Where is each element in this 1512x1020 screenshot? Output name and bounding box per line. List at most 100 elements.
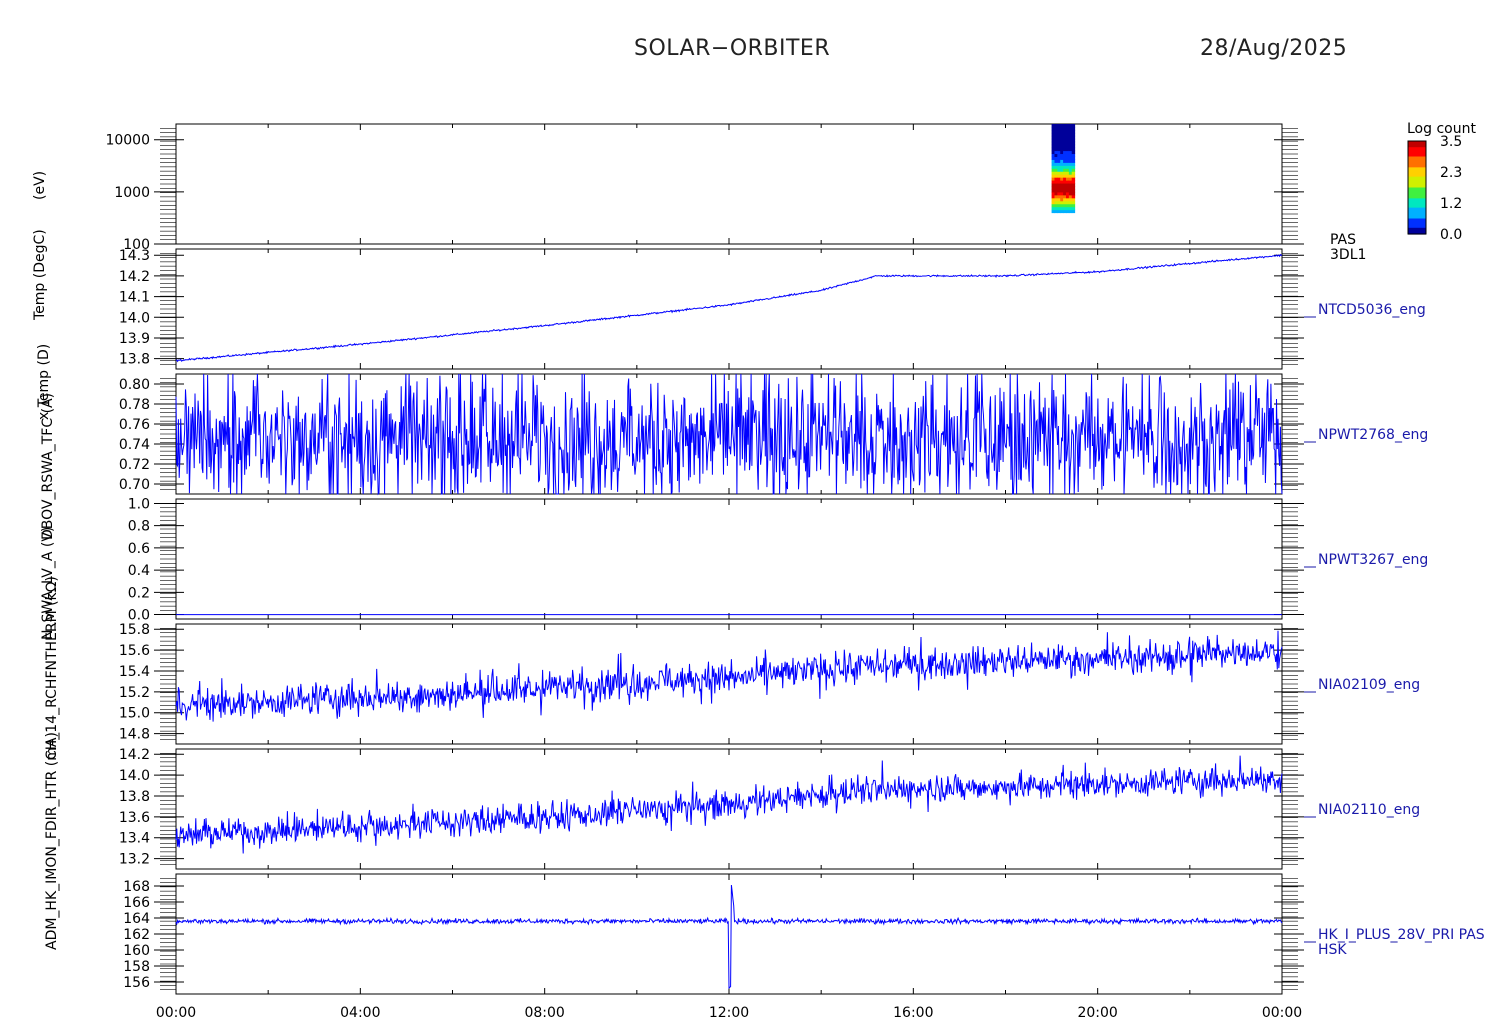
heatmap-cell [1065, 194, 1070, 199]
y-tick-label: 156 [123, 975, 150, 991]
heatmap-cell [1051, 194, 1055, 199]
panel-frame [175, 123, 1283, 245]
heatmap-cell [1065, 147, 1070, 152]
heatmap-cell [1054, 177, 1058, 181]
y-tick-label: 162 [123, 927, 150, 943]
heatmap-cell [1068, 174, 1073, 178]
heatmap-cell [1071, 132, 1076, 137]
heatmap-cell [1068, 129, 1073, 134]
heatmap-cell [1057, 165, 1061, 169]
heatmap-cell [1060, 200, 1064, 205]
colorbar-tick-label: 2.3 [1440, 165, 1462, 181]
heatmap-cell [1068, 135, 1073, 140]
heatmap-cell [1063, 153, 1067, 157]
heatmap-cell [1057, 197, 1061, 202]
heatmap-cell [1068, 147, 1073, 152]
heatmap-cell [1065, 171, 1070, 175]
heatmap-cell [1051, 141, 1055, 146]
heatmap-cell [1071, 124, 1076, 128]
heatmap-cell [1051, 171, 1055, 175]
heatmap-cell [1060, 150, 1064, 155]
heatmap-cell [1060, 135, 1064, 140]
heatmap-cell [1060, 156, 1064, 160]
y-tick-label: 168 [123, 879, 150, 895]
heatmap-cell [1063, 188, 1067, 193]
heatmap-cell [1060, 174, 1064, 178]
heatmap-cell [1060, 194, 1064, 199]
y-tick-label: 14.1 [119, 290, 150, 306]
heatmap-cell [1065, 186, 1070, 190]
panel-label: HK_I_PLUS_28V_PRI PAS [1318, 927, 1485, 943]
heatmap-cell [1051, 159, 1055, 163]
heatmap-cell [1071, 159, 1076, 163]
heatmap-cell [1054, 183, 1058, 187]
y-tick-label: 13.4 [119, 831, 150, 847]
x-tick-label: 04:00 [340, 1005, 380, 1020]
heatmap-cell [1071, 165, 1076, 169]
heatmap-cell [1057, 200, 1061, 205]
heatmap-cell [1063, 147, 1067, 152]
y-tick-label: 0.80 [119, 377, 150, 393]
panel-frame [175, 248, 1283, 370]
heatmap-cell [1051, 183, 1055, 187]
heatmap-cell [1051, 138, 1055, 143]
heatmap-cell [1068, 132, 1073, 137]
x-tick-label: 00:00 [1262, 1005, 1302, 1020]
heatmap-cell [1063, 177, 1067, 181]
heatmap-cell [1051, 188, 1055, 193]
panel-2 [154, 373, 1316, 496]
heatmap-cell [1057, 159, 1061, 163]
heatmap-cell [1068, 141, 1073, 146]
panel-label: NIA02109_eng [1318, 677, 1420, 693]
heatmap-cell [1060, 191, 1064, 196]
heatmap-cell [1068, 156, 1073, 160]
heatmap-cell [1063, 159, 1067, 163]
y-tick-label: 14.0 [119, 310, 150, 326]
heatmap-cell [1054, 124, 1058, 128]
y-tick-label: 0.2 [128, 585, 150, 601]
colorbar-tick-label: 1.2 [1440, 196, 1462, 212]
heatmap-cell [1054, 159, 1058, 163]
heatmap-cell [1063, 156, 1067, 160]
heatmap-cell [1054, 150, 1058, 155]
heatmap-cell [1060, 186, 1064, 190]
heatmap-cell [1068, 183, 1073, 187]
heatmap-cell [1051, 126, 1055, 131]
y-tick-label: 15.6 [119, 643, 150, 659]
heatmap-cell [1071, 138, 1076, 143]
heatmap-cell [1060, 153, 1064, 157]
y-tick-label: 0.6 [128, 541, 150, 557]
heatmap-cell [1071, 171, 1076, 175]
heatmap-cell [1054, 138, 1058, 143]
series-line [175, 253, 1283, 363]
heatmap-cell [1051, 168, 1055, 172]
y-tick-label: 0.76 [119, 417, 150, 433]
heatmap-cell [1051, 209, 1055, 214]
heatmap-cell [1065, 141, 1070, 146]
heatmap-cell [1063, 162, 1067, 166]
heatmap-cell [1065, 180, 1070, 184]
heatmap-cell [1054, 132, 1058, 137]
heatmap-cell [1051, 191, 1055, 196]
y-tick-label: 13.9 [119, 331, 150, 347]
heatmap-cell [1057, 177, 1061, 181]
heatmap-cell [1051, 180, 1055, 184]
heatmap-cell [1057, 206, 1061, 211]
y-tick-label: 160 [123, 943, 150, 959]
heatmap-cell [1068, 168, 1073, 172]
heatmap-cell [1063, 141, 1067, 146]
heatmap-cell [1054, 186, 1058, 190]
y-tick-label: 14.3 [119, 248, 150, 264]
heatmap-cell [1065, 206, 1070, 211]
heatmap-cell [1054, 141, 1058, 146]
heatmap-cell [1068, 144, 1073, 149]
stacked-chart: 100001000100 PAS3DL114.314.214.114.013.91… [105, 121, 1485, 1020]
x-tick-label: 16:00 [893, 1005, 933, 1020]
heatmap-cell [1065, 129, 1070, 134]
heatmap-cell [1063, 124, 1067, 128]
y-tick-label: 0.70 [119, 477, 150, 493]
heatmap-cell [1054, 165, 1058, 169]
heatmap-cell [1060, 159, 1064, 163]
heatmap-cell [1068, 191, 1073, 196]
heatmap-cell [1065, 162, 1070, 166]
